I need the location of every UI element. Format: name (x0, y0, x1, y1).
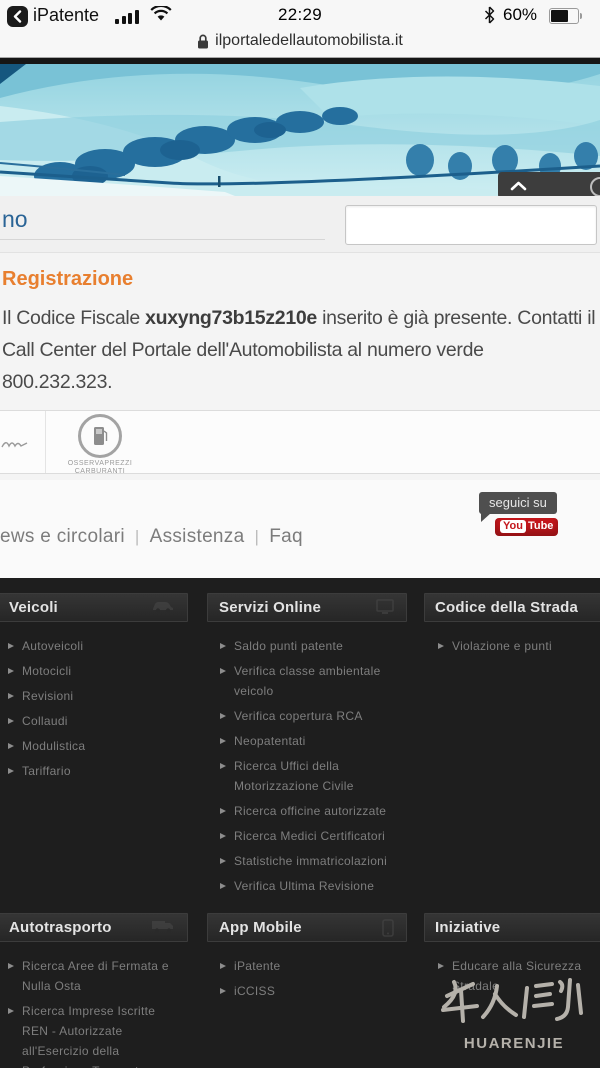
footer-header-veicoli[interactable]: Veicoli (0, 593, 188, 622)
iphone-screen: iPatente 22:29 60% ilportaledellautomobi… (0, 0, 600, 1068)
section-divider (0, 252, 600, 253)
footer-header-servizi-online[interactable]: Servizi Online (207, 593, 407, 622)
footer-link[interactable]: Saldo punti patente (220, 636, 405, 656)
footer-link[interactable]: iCCISS (220, 981, 405, 1001)
footer-link[interactable]: Verifica Ultima Revisione (220, 876, 405, 896)
truck-icon (151, 919, 175, 933)
footer-link[interactable]: Ricerca officine autorizzate (220, 801, 405, 821)
registration-title: Registrazione (2, 268, 133, 291)
social-area: seguici su You Tube ews e circolari|Assi… (0, 480, 600, 578)
youtube-button[interactable]: You Tube (495, 518, 558, 536)
lock-icon (197, 34, 209, 49)
status-bar: iPatente 22:29 60% ilportaledellautomobi… (0, 0, 600, 57)
logo-caption: OSSERVAPREZZI CARBURANTI (55, 460, 145, 476)
partial-button-icon (590, 177, 600, 197)
huarenjie-watermark: HUARENJIE (434, 976, 594, 1052)
footer-list: Ricerca Aree di Fermata e Nulla Osta Rice… (8, 956, 183, 1068)
truncated-heading: no (2, 206, 28, 233)
site-footer: Veicoli Autoveicoli Motocicli Revisioni Col… (0, 578, 600, 1068)
heading-underline (0, 239, 325, 240)
footer-list: Autoveicoli Motocicli Revisioni Collaudi Mod… (8, 636, 183, 781)
url-text: ilportaledellautomobilista.it (215, 32, 403, 50)
battery-icon (549, 8, 579, 24)
footer-link[interactable]: Verifica copertura RCA (220, 706, 405, 726)
footer-link[interactable]: Statistiche immatricolazioni (220, 851, 405, 871)
footer-link[interactable]: Motocicli (8, 661, 183, 681)
nav-link-news[interactable]: ews e circolari (0, 526, 125, 547)
footer-link[interactable]: Neopatentati (220, 731, 405, 751)
osservaprezzi-logo[interactable]: OSSERVAPREZZI CARBURANTI (55, 414, 145, 476)
footer-link[interactable]: Ricerca Aree di Fermata e Nulla Osta (8, 956, 183, 996)
footer-link[interactable]: Ricerca Uffici della Motorizzazione Civi… (220, 756, 405, 796)
footer-list: Saldo punti patente Verifica classe ambie… (220, 636, 405, 896)
youtube-logo-tube: Tube (528, 520, 553, 533)
footer-header-codice-strada[interactable]: Codice della Strada (424, 593, 600, 622)
bluetooth-icon (484, 6, 495, 24)
youtube-logo-you: You (500, 520, 526, 533)
secondary-nav: ews e circolari|Assistenza|Faq (0, 526, 303, 548)
footer-link[interactable]: Verifica classe ambientale veicolo (220, 661, 405, 701)
footer-link[interactable]: iPatente (220, 956, 405, 976)
footer-link[interactable]: Tariffario (8, 761, 183, 781)
error-message: Il Codice Fiscale xuxyng73b15z210e inser… (2, 302, 599, 398)
footer-link[interactable]: Modulistica (8, 736, 183, 756)
footer-column-codice-strada: Codice della Strada Violazione e punti (424, 593, 600, 661)
huarenjie-calligraphy-icon (439, 976, 589, 1028)
huarenjie-label: HUARENJIE (434, 1035, 594, 1052)
nav-link-faq[interactable]: Faq (269, 526, 303, 547)
monitor-icon (376, 599, 394, 615)
vertical-divider (45, 411, 46, 473)
chevron-up-icon (510, 181, 527, 191)
status-row: iPatente 22:29 60% (0, 0, 600, 32)
footer-column-autotrasporto: Autotrasporto Ricerca Aree di Fermata e … (0, 913, 188, 1068)
codice-fiscale-value: xuxyng73b15z210e (145, 307, 317, 329)
footer-link[interactable]: Collaudi (8, 711, 183, 731)
footer-list: iPatente iCCISS (220, 956, 405, 1001)
footer-column-app-mobile: App Mobile iPatente iCCISS (207, 913, 407, 1006)
battery-percent: 60% (503, 5, 537, 25)
login-row: no (0, 196, 600, 252)
footer-link[interactable]: Violazione e punti (438, 636, 600, 656)
footer-column-servizi-online: Servizi Online Saldo punti patente Verifi… (207, 593, 407, 901)
footer-list: Violazione e punti (438, 636, 600, 656)
footer-column-veicoli: Veicoli Autoveicoli Motocicli Revisioni Col… (0, 593, 188, 786)
scroll-to-top-button[interactable] (498, 172, 600, 199)
footer-header-iniziative[interactable]: Iniziative (424, 913, 600, 942)
footer-link[interactable]: Revisioni (8, 686, 183, 706)
text-input[interactable] (345, 205, 597, 245)
footer-header-app-mobile[interactable]: App Mobile (207, 913, 407, 942)
car-icon (151, 599, 175, 613)
smartphone-icon (382, 919, 394, 937)
nav-link-assistenza[interactable]: Assistenza (150, 526, 245, 547)
footer-header-autotrasporto[interactable]: Autotrasporto (0, 913, 188, 942)
fuel-pump-icon (78, 414, 122, 458)
footer-link[interactable]: Ricerca Medici Certificatori (220, 826, 405, 846)
footer-link[interactable]: Autoveicoli (8, 636, 183, 656)
url-bar[interactable]: ilportaledellautomobilista.it (0, 32, 600, 56)
footer-link[interactable]: Ricerca Imprese Iscritte REN - Autorizza… (8, 1001, 183, 1068)
page-content: no Registrazione Il Codice Fiscale xuxyn… (0, 196, 600, 578)
partner-logo-band: OSSERVAPREZZI CARBURANTI (0, 410, 600, 474)
partner-logo-fragment (0, 437, 30, 456)
follow-us-tooltip: seguici su (479, 492, 557, 514)
